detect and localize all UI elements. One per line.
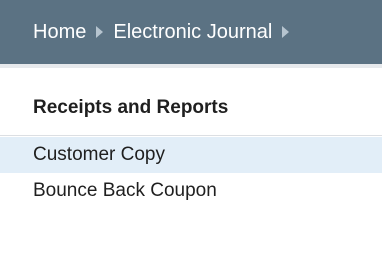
menu-item-label: Bounce Back Coupon — [33, 180, 217, 201]
section-title: Receipts and Reports — [33, 97, 229, 118]
header-divider — [0, 64, 382, 68]
section-rule — [0, 135, 382, 136]
triangle-right-icon — [282, 26, 290, 38]
menu-item-bounce-back-coupon[interactable]: Bounce Back Coupon — [0, 173, 382, 209]
breadcrumb: Home Electronic Journal — [33, 20, 299, 44]
breadcrumb-home-link[interactable]: Home — [33, 20, 86, 44]
triangle-right-icon — [96, 26, 104, 38]
menu-item-customer-copy[interactable]: Customer Copy — [0, 137, 382, 173]
menu-item-label: Customer Copy — [33, 144, 165, 165]
breadcrumb-electronic-journal-link[interactable]: Electronic Journal — [113, 20, 272, 44]
breadcrumb-bar: Home Electronic Journal — [0, 0, 382, 64]
